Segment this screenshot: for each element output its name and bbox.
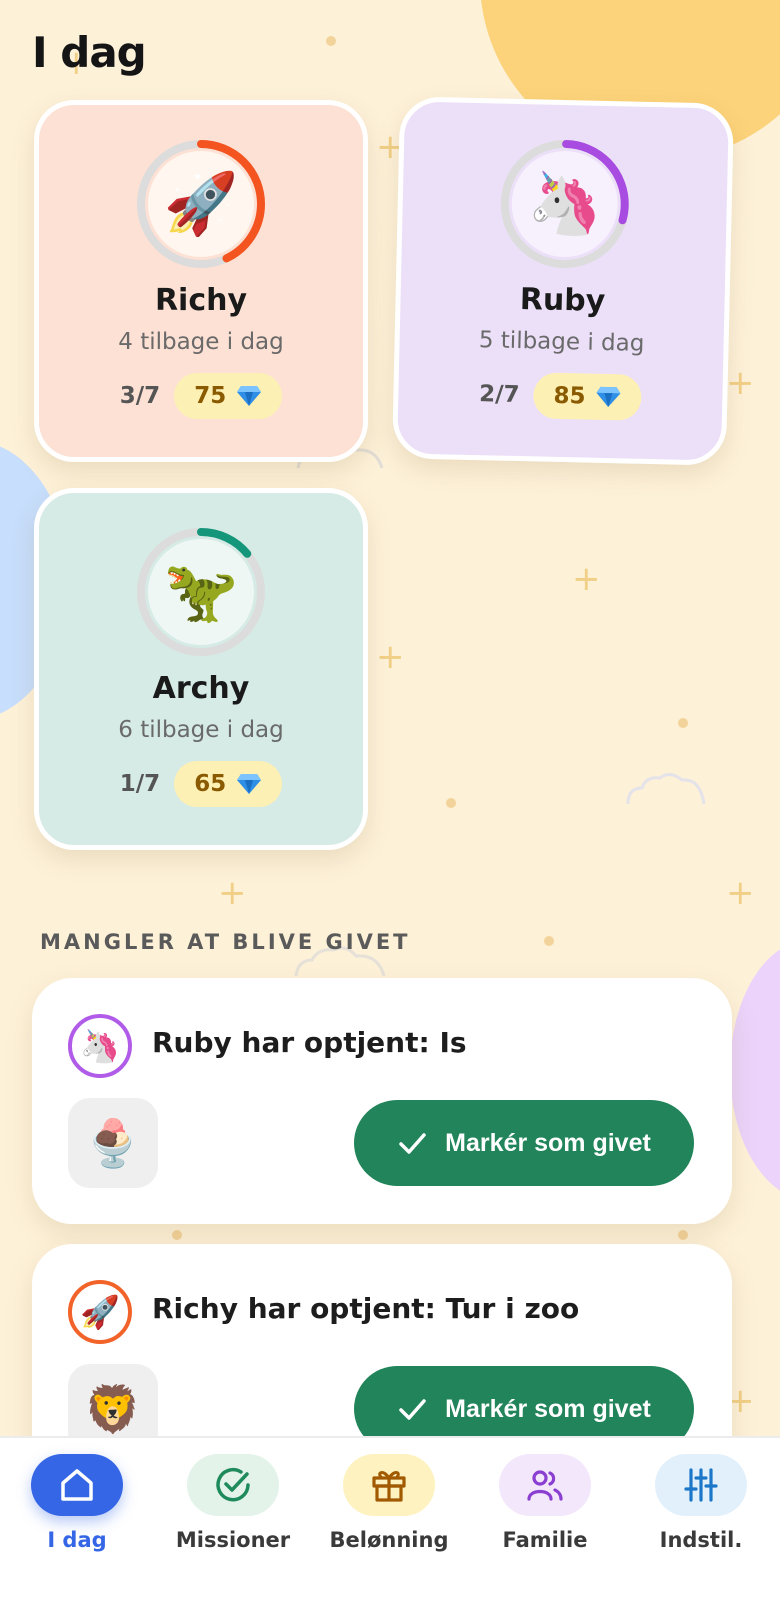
mark-as-given-button[interactable]: Markér som givet	[354, 1100, 694, 1186]
sliders-icon	[655, 1454, 747, 1516]
progress-ring: 🚀	[136, 139, 266, 269]
decor-dot	[446, 798, 456, 808]
kid-remaining: 6 tilbage i dag	[118, 717, 284, 743]
gem-badge: 65	[174, 761, 283, 807]
kid-stats: 1/7 65	[39, 761, 363, 807]
diamond-icon	[596, 386, 621, 408]
decor-dot	[678, 1230, 688, 1240]
kid-progress: 2/7	[478, 381, 520, 409]
tab-label: Indstil.	[659, 1528, 743, 1552]
kid-card-ruby[interactable]: 🦄 Ruby 5 tilbage i dag 2/7 85	[391, 96, 735, 466]
kid-name: Richy	[154, 283, 248, 318]
kid-progress: 1/7	[119, 771, 161, 797]
check-circle-icon	[187, 1454, 279, 1516]
gem-badge: 85	[533, 372, 643, 421]
rocket-icon: 🚀	[148, 151, 254, 257]
tab-label: Familie	[502, 1528, 588, 1552]
tab-belonning[interactable]: Belønning	[314, 1454, 464, 1552]
kid-remaining: 5 tilbage i dag	[478, 327, 645, 357]
tab-label: Missioner	[175, 1528, 291, 1552]
checkmark-icon	[399, 1399, 426, 1420]
reward-card: 🦄 Ruby har optjent: Is 🍨 Markér som give…	[32, 978, 732, 1224]
home-icon	[31, 1454, 123, 1516]
kid-name: Ruby	[519, 282, 606, 319]
decor-dot	[544, 936, 554, 946]
kid-card-archy[interactable]: 🦖 Archy 6 tilbage i dag 1/7 65	[34, 488, 368, 850]
tab-label: Belønning	[329, 1528, 449, 1552]
page-title: I dag	[32, 28, 147, 77]
bottom-tab-bar: I dag Missioner Belønning Familie Indsti…	[0, 1436, 780, 1600]
tab-indstillinger[interactable]: Indstil.	[626, 1454, 776, 1552]
tab-missioner[interactable]: Missioner	[158, 1454, 308, 1552]
decor-sparkle: +	[376, 637, 405, 677]
gem-count: 75	[194, 383, 227, 409]
gem-count: 85	[553, 382, 586, 410]
dinosaur-icon: 🦖	[148, 539, 254, 645]
tab-label: I dag	[47, 1528, 107, 1552]
progress-ring: 🦖	[136, 527, 266, 657]
button-label: Markér som givet	[445, 1128, 651, 1157]
decor-dot	[678, 718, 688, 728]
progress-ring: 🦄	[498, 138, 631, 271]
decor-sparkle: +	[572, 559, 601, 599]
unicorn-icon: 🦄	[68, 1014, 132, 1078]
gift-icon	[343, 1454, 435, 1516]
decor-cloud	[626, 773, 706, 805]
gem-badge: 75	[174, 373, 283, 419]
decor-dot	[172, 1230, 182, 1240]
gem-count: 65	[194, 771, 227, 797]
kid-remaining: 4 tilbage i dag	[118, 329, 284, 355]
decor-sparkle: +	[218, 873, 247, 913]
decor-sparkle: +	[726, 363, 755, 403]
kid-progress: 3/7	[119, 383, 161, 409]
section-heading: MANGLER AT BLIVE GIVET	[40, 930, 411, 954]
ice-cream-icon: 🍨	[68, 1098, 158, 1188]
people-icon	[499, 1454, 591, 1516]
decor-dot	[326, 36, 336, 46]
checkmark-icon	[399, 1133, 426, 1154]
kid-stats: 3/7 75	[39, 373, 363, 419]
tab-i-dag[interactable]: I dag	[2, 1454, 152, 1552]
kid-stats: 2/7 85	[398, 369, 723, 422]
reward-title: Richy har optjent: Tur i zoo	[152, 1292, 580, 1325]
tab-familie[interactable]: Familie	[470, 1454, 620, 1552]
diamond-icon	[237, 386, 262, 406]
decor-sparkle: +	[726, 873, 755, 913]
kid-name: Archy	[152, 671, 250, 706]
button-label: Markér som givet	[445, 1394, 651, 1423]
kid-card-richy[interactable]: 🚀 Richy 4 tilbage i dag 3/7 75	[34, 100, 368, 462]
rocket-icon: 🚀	[68, 1280, 132, 1344]
diamond-icon	[237, 774, 262, 794]
reward-title: Ruby har optjent: Is	[152, 1026, 467, 1059]
decor-blob	[730, 940, 780, 1200]
